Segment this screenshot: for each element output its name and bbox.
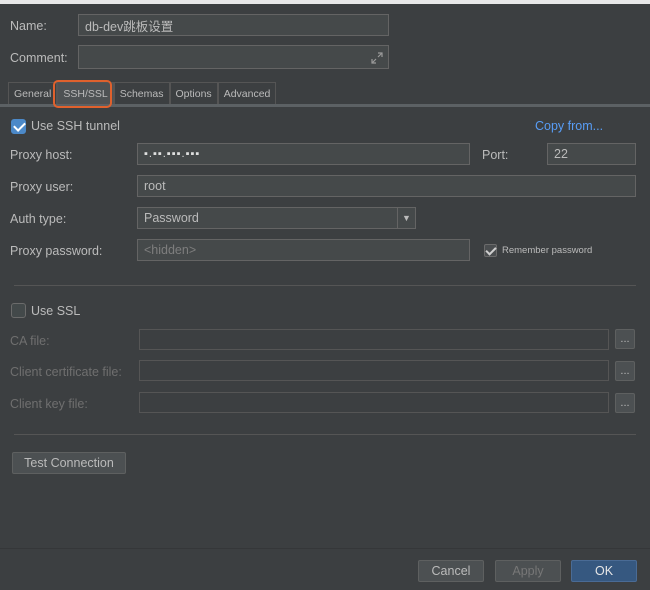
dialog-footer: Cancel Apply OK bbox=[0, 548, 650, 590]
port-value: 22 bbox=[554, 147, 568, 161]
client-key-input[interactable] bbox=[139, 392, 609, 413]
auth-type-value: Password bbox=[144, 211, 199, 225]
auth-type-label: Auth type: bbox=[10, 212, 67, 226]
client-cert-label: Client certificate file: bbox=[10, 365, 122, 379]
ca-file-browse-button[interactable]: ... bbox=[615, 329, 635, 349]
expand-arrows-icon[interactable] bbox=[371, 52, 383, 64]
tab-general-label: General bbox=[14, 87, 52, 100]
cancel-label: Cancel bbox=[431, 564, 471, 578]
proxy-password-label: Proxy password: bbox=[10, 244, 103, 258]
comment-label: Comment: bbox=[10, 51, 68, 65]
tab-advanced[interactable]: Advanced bbox=[217, 82, 277, 104]
apply-label: Apply bbox=[512, 564, 544, 578]
use-ssl-checkbox[interactable] bbox=[11, 303, 26, 318]
section-divider-1 bbox=[14, 285, 636, 286]
copy-from-link[interactable]: Copy from... bbox=[535, 119, 603, 133]
tab-schemas[interactable]: Schemas bbox=[113, 82, 170, 104]
port-label: Port: bbox=[482, 148, 509, 162]
section-divider-2 bbox=[14, 434, 636, 435]
proxy-user-value: root bbox=[144, 179, 166, 193]
proxy-host-value: ▪.▪▪.▪▪▪.▪▪▪ bbox=[144, 148, 201, 160]
name-label: Name: bbox=[10, 19, 47, 33]
client-cert-browse-label: ... bbox=[620, 365, 630, 377]
ca-file-browse-label: ... bbox=[620, 333, 630, 345]
client-cert-browse-button[interactable]: ... bbox=[615, 361, 635, 381]
tab-options-label: Options bbox=[175, 87, 212, 100]
dropdown-arrow-icon: ▼ bbox=[397, 208, 415, 228]
tab-bar: General SSH/SSL Schemas Options Advanced bbox=[8, 82, 277, 104]
comment-input[interactable] bbox=[78, 45, 389, 69]
remember-password-checkbox[interactable] bbox=[484, 244, 497, 257]
window-top-edge bbox=[0, 0, 650, 4]
auth-type-select[interactable]: Password ▼ bbox=[137, 207, 416, 229]
port-input[interactable]: 22 bbox=[547, 143, 636, 165]
proxy-user-input[interactable]: root bbox=[137, 175, 636, 197]
apply-button[interactable]: Apply bbox=[495, 560, 561, 582]
name-value: db-dev跳板设置 bbox=[85, 19, 174, 34]
tab-options[interactable]: Options bbox=[169, 82, 218, 104]
proxy-host-input[interactable]: ▪.▪▪.▪▪▪.▪▪▪ bbox=[137, 143, 470, 165]
client-key-label: Client key file: bbox=[10, 397, 88, 411]
client-cert-input[interactable] bbox=[139, 360, 609, 381]
test-connection-label: Test Connection bbox=[24, 456, 114, 470]
test-connection-button[interactable]: Test Connection bbox=[12, 452, 126, 474]
ok-label: OK bbox=[594, 564, 614, 578]
tab-schemas-label: Schemas bbox=[119, 87, 164, 100]
use-ssh-tunnel-checkbox[interactable] bbox=[11, 119, 26, 134]
remember-password-label: Remember password bbox=[502, 245, 593, 256]
proxy-password-input[interactable]: <hidden> bbox=[137, 239, 470, 261]
ca-file-input[interactable] bbox=[139, 329, 609, 350]
tab-general[interactable]: General bbox=[8, 82, 58, 104]
ca-file-label: CA file: bbox=[10, 334, 50, 348]
client-key-browse-button[interactable]: ... bbox=[615, 393, 635, 413]
highlight-annotation-box bbox=[53, 80, 112, 108]
name-input[interactable]: db-dev跳板设置 bbox=[78, 14, 389, 36]
proxy-host-label: Proxy host: bbox=[10, 148, 73, 162]
tab-advanced-label: Advanced bbox=[223, 87, 271, 100]
proxy-user-label: Proxy user: bbox=[10, 180, 74, 194]
use-ssh-tunnel-label: Use SSH tunnel bbox=[31, 119, 120, 133]
ok-button[interactable]: OK bbox=[571, 560, 637, 582]
proxy-password-placeholder: <hidden> bbox=[144, 243, 197, 257]
use-ssl-label: Use SSL bbox=[31, 304, 81, 318]
client-key-browse-label: ... bbox=[620, 397, 630, 409]
cancel-button[interactable]: Cancel bbox=[418, 560, 484, 582]
